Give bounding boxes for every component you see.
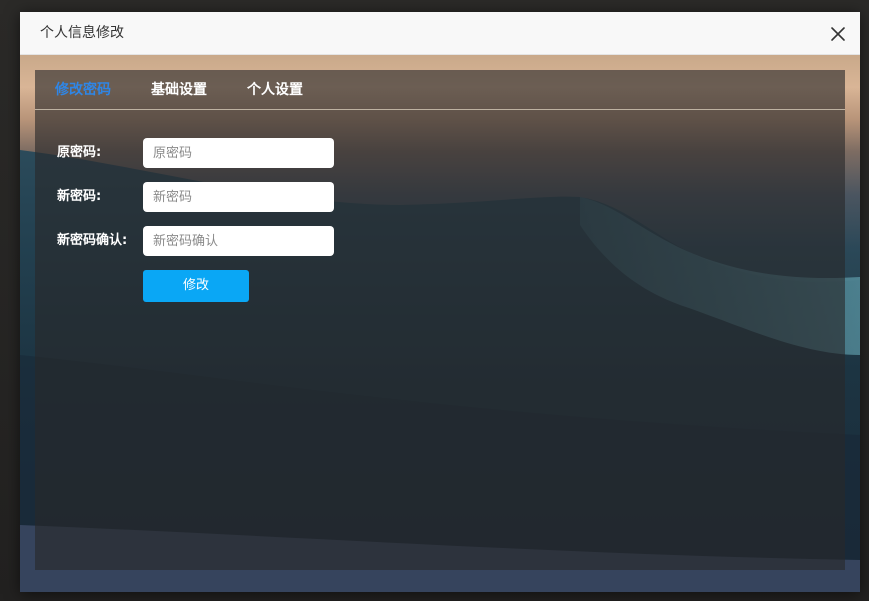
old-password-label: 原密码: xyxy=(57,145,102,160)
tab-bar: 修改密码 基础设置 个人设置 xyxy=(35,70,845,110)
settings-panel: 修改密码 基础设置 个人设置 原密码: 新密码: 新密码确认: 修改 xyxy=(35,70,845,570)
close-icon xyxy=(831,27,845,41)
confirm-password-input[interactable] xyxy=(143,226,334,256)
profile-edit-dialog: 个人信息修改 修改密码 基础设置 个人设置 原密码: 新密码: 新密码确认: 修… xyxy=(20,12,860,592)
new-password-label: 新密码: xyxy=(57,189,102,204)
form-row-old-password: 原密码: xyxy=(35,138,845,168)
confirm-password-label: 新密码确认: xyxy=(57,233,128,248)
form-row-confirm-password: 新密码确认: xyxy=(35,226,845,256)
tab-basic-settings[interactable]: 基础设置 xyxy=(151,70,207,110)
submit-button[interactable]: 修改 xyxy=(143,270,249,302)
tab-change-password[interactable]: 修改密码 xyxy=(55,70,111,110)
form-row-new-password: 新密码: xyxy=(35,182,845,212)
dialog-body-background: 修改密码 基础设置 个人设置 原密码: 新密码: 新密码确认: 修改 xyxy=(20,55,860,592)
dialog-header: 个人信息修改 xyxy=(20,12,860,55)
close-button[interactable] xyxy=(826,22,850,46)
tab-personal-settings[interactable]: 个人设置 xyxy=(247,70,303,110)
new-password-input[interactable] xyxy=(143,182,334,212)
old-password-input[interactable] xyxy=(143,138,334,168)
dialog-title: 个人信息修改 xyxy=(40,25,124,41)
